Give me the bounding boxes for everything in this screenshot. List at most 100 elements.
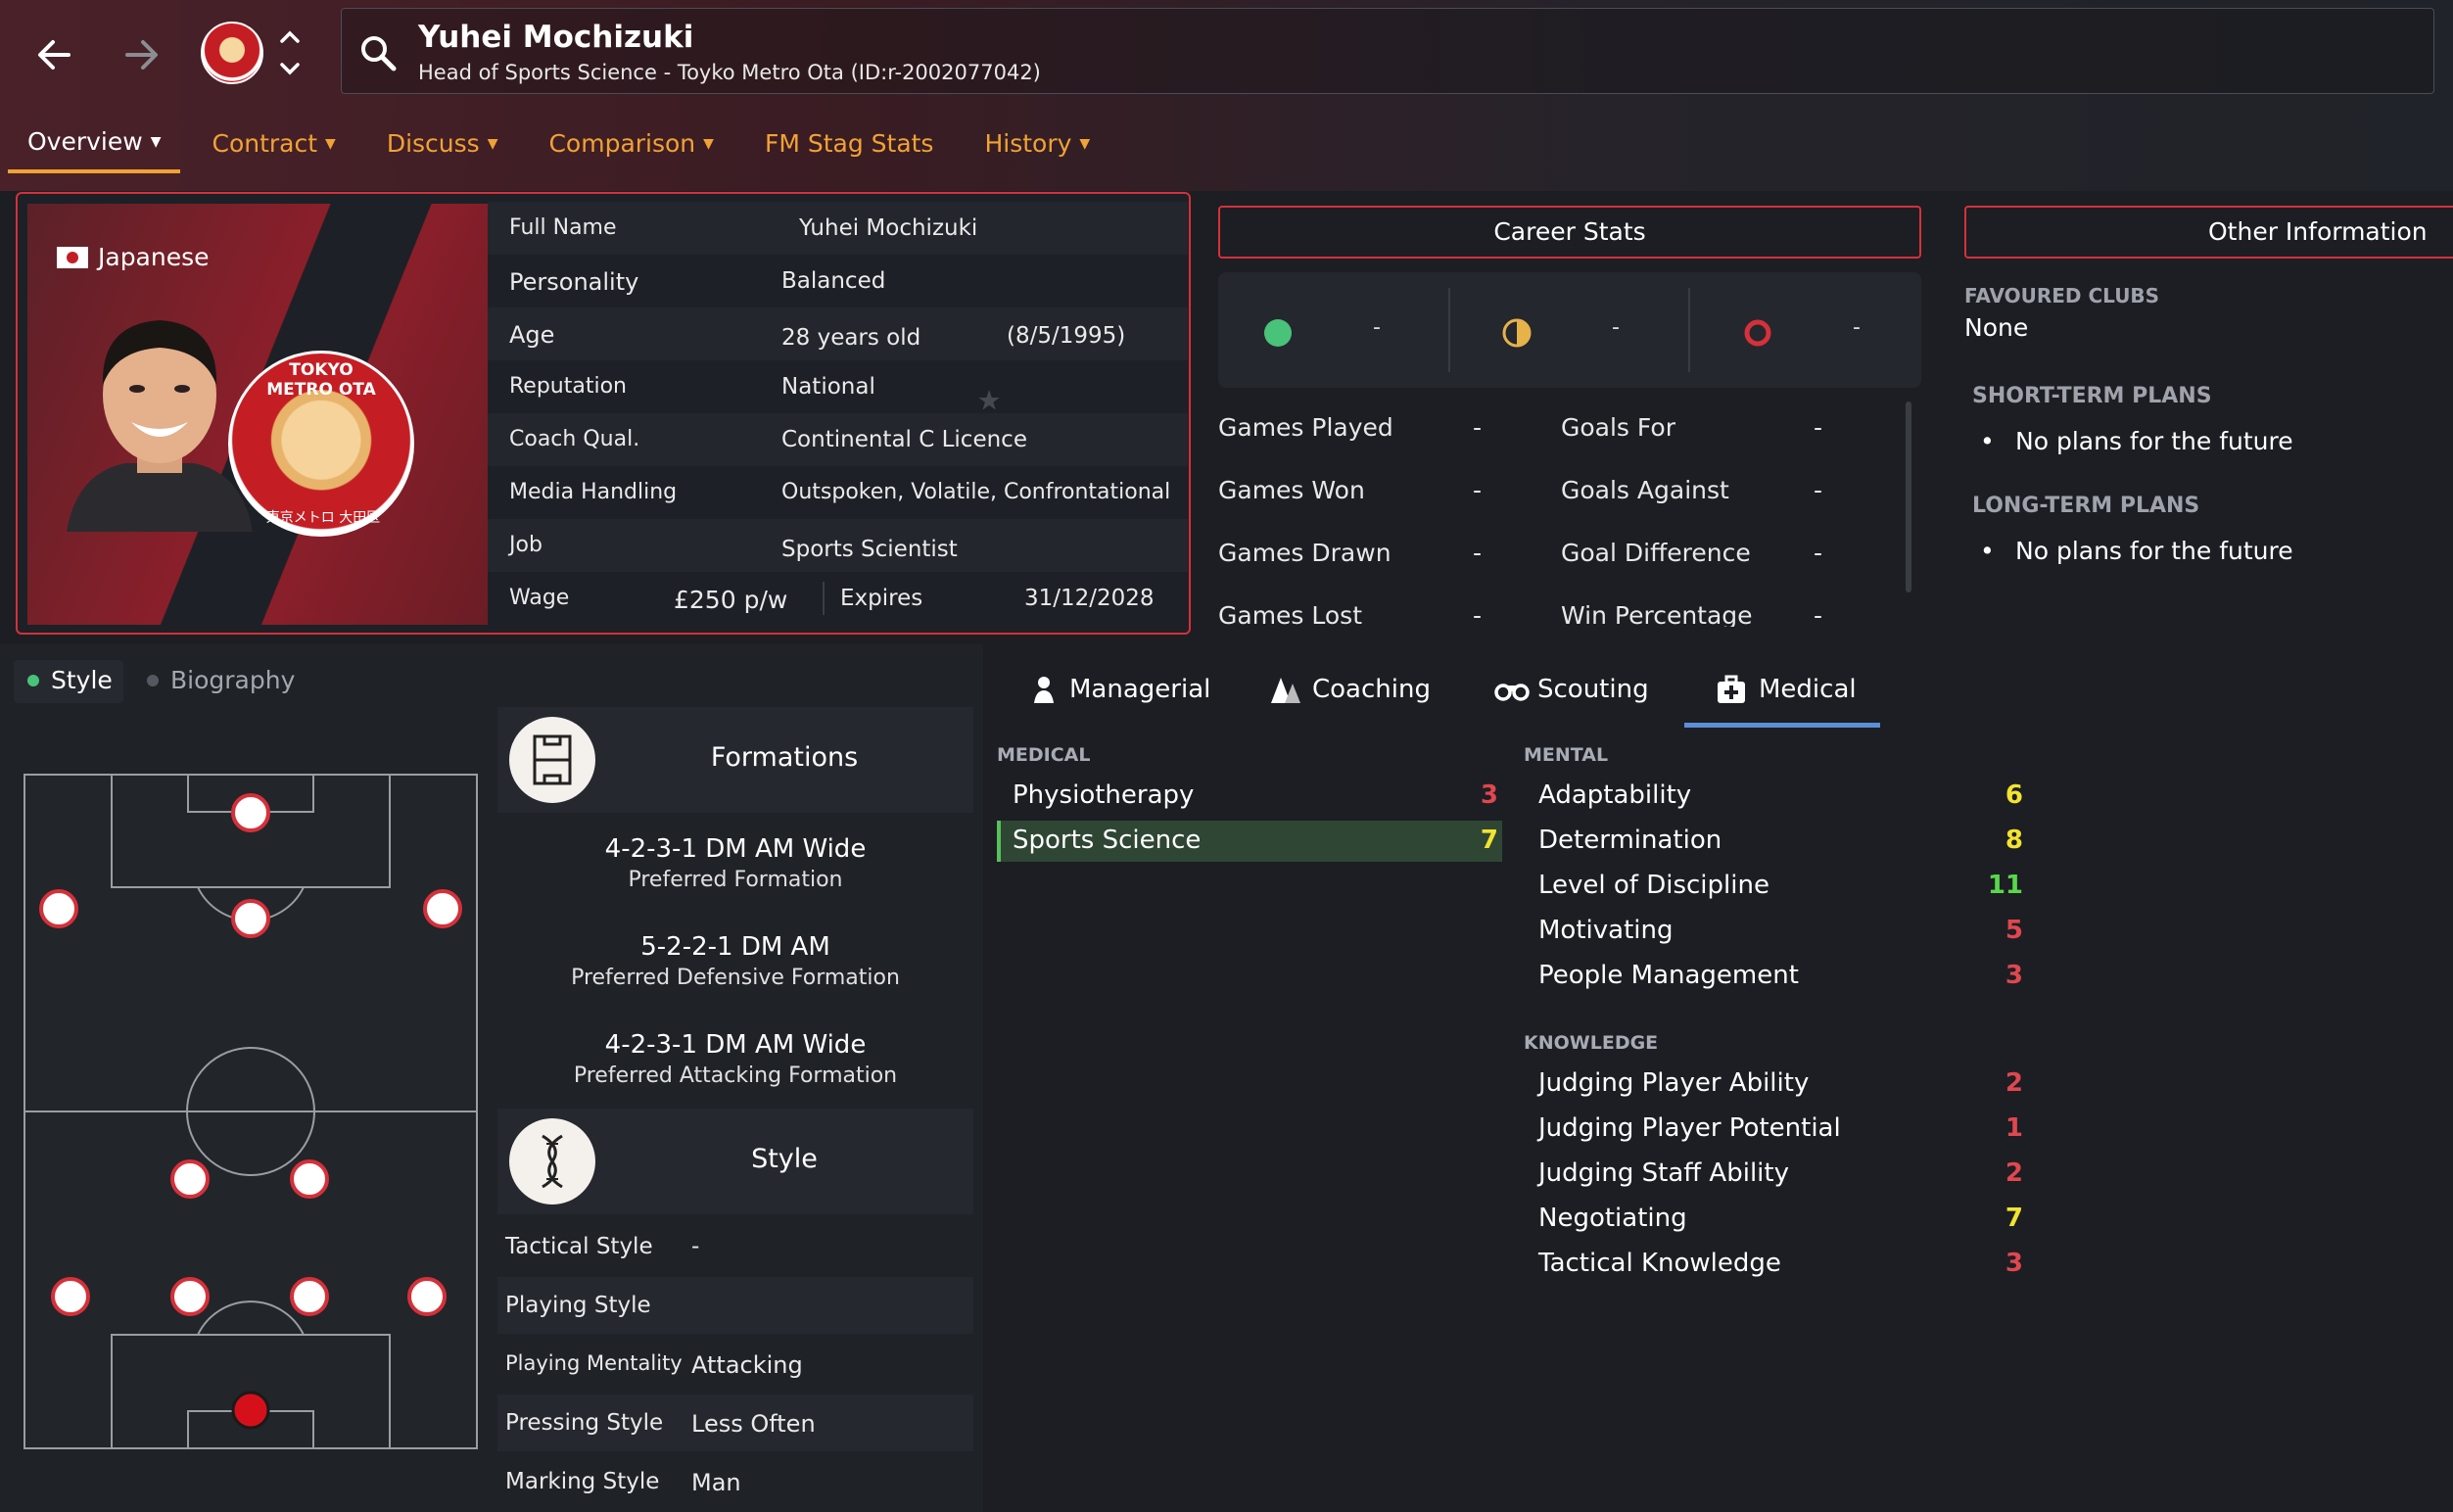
attribute-row[interactable]: Tactical Knowledge 3 bbox=[1538, 1245, 2023, 1284]
info-table: Full Name Yuhei Mochizuki Personality Ba… bbox=[488, 202, 1188, 625]
medical-kit-icon bbox=[1718, 675, 1745, 703]
attribute-row[interactable]: Judging Staff Ability 2 bbox=[1538, 1155, 2023, 1194]
attribute-row[interactable]: Physiotherapy 3 bbox=[1013, 777, 1498, 816]
tab-comparison[interactable]: Comparison ▼ bbox=[548, 127, 713, 173]
stat-label: Goal Difference bbox=[1561, 539, 1751, 567]
attribute-name: Sports Science bbox=[1013, 826, 1202, 855]
tab-medical[interactable]: Medical bbox=[1716, 674, 1857, 705]
info-label: Coach Qual. bbox=[509, 427, 640, 451]
formations-card: Formations bbox=[497, 707, 973, 813]
back-arrow-icon[interactable] bbox=[29, 29, 80, 80]
info-label: Reputation bbox=[509, 374, 627, 399]
tab-fm-stag-stats[interactable]: FM Stag Stats bbox=[765, 127, 934, 173]
player-marker bbox=[423, 889, 462, 928]
club-badge-icon[interactable] bbox=[201, 22, 263, 84]
chevron-down-icon: ▼ bbox=[150, 133, 162, 150]
attribute-row[interactable]: Adaptability 6 bbox=[1538, 777, 2023, 816]
formation-desc: Preferred Formation bbox=[628, 868, 843, 892]
tab-overview[interactable]: Overview ▼ bbox=[8, 127, 181, 173]
career-record-bar: - - - bbox=[1218, 272, 1921, 388]
other-information-header[interactable]: Other Information bbox=[1964, 206, 2453, 259]
attribute-row[interactable]: Sports Science 7 bbox=[1013, 822, 1498, 861]
info-row-personality: Personality Balanced bbox=[488, 255, 1188, 307]
club-crest-label: TOKYO METRO OTA bbox=[266, 360, 376, 400]
nationality[interactable]: Japanese bbox=[57, 243, 210, 271]
dob-value: (8/5/1995) bbox=[1007, 323, 1126, 349]
tab-label: Overview bbox=[27, 127, 143, 156]
chevron-down-icon: ▼ bbox=[487, 135, 498, 152]
info-label: Full Name bbox=[509, 215, 617, 240]
search-icon[interactable] bbox=[358, 33, 398, 72]
stat-label: Goals For bbox=[1561, 413, 1675, 442]
attribute-row[interactable]: Determination 8 bbox=[1538, 822, 2023, 861]
attribute-name: Tactical Knowledge bbox=[1538, 1249, 1781, 1278]
forward-arrow-icon[interactable] bbox=[116, 29, 166, 80]
style-label: Marking Style bbox=[505, 1469, 660, 1494]
career-row: Games Played - Goals For - bbox=[1218, 402, 1904, 464]
attribute-name: Judging Player Ability bbox=[1538, 1068, 1810, 1098]
stat-label: Games Drawn bbox=[1218, 539, 1392, 567]
attribute-row[interactable]: Negotiating 7 bbox=[1538, 1200, 2023, 1239]
short-term-plans-label: SHORT-TERM PLANS bbox=[1972, 384, 2212, 408]
stat-value: - bbox=[1814, 413, 1823, 442]
attribute-value: 5 bbox=[2005, 916, 2023, 945]
stat-value: - bbox=[1814, 601, 1823, 627]
attribute-row[interactable]: Motivating 5 bbox=[1538, 912, 2023, 951]
formation-item: 4-2-3-1 DM AM Wide Preferred Attacking F… bbox=[497, 1030, 973, 1088]
tab-coaching[interactable]: Coaching bbox=[1267, 674, 1431, 705]
loss-ring-icon bbox=[1744, 319, 1771, 347]
medical-section-label: MEDICAL bbox=[997, 744, 1091, 766]
profile-art: Japanese TOKYO METRO OTA 東京メトロ 大田区 bbox=[27, 204, 488, 625]
info-label: Media Handling bbox=[509, 480, 678, 504]
formations-title: Formations bbox=[710, 742, 859, 773]
media-handling-value: Outspoken, Volatile, Confrontational bbox=[781, 480, 1171, 504]
stat-value: - bbox=[1473, 413, 1483, 442]
attribute-value: 11 bbox=[1987, 871, 2023, 900]
divider bbox=[823, 582, 825, 615]
style-row: Tactical Style - bbox=[497, 1218, 973, 1275]
style-row: Marking Style Man bbox=[497, 1453, 973, 1510]
attribute-name: Motivating bbox=[1538, 916, 1674, 945]
attribute-value: 2 bbox=[2005, 1068, 2023, 1098]
attribute-row[interactable]: People Management 3 bbox=[1538, 957, 2023, 996]
subtab-biography[interactable]: Biography bbox=[147, 666, 295, 694]
career-row: Games Won - Goals Against - bbox=[1218, 464, 1904, 527]
formation-desc: Preferred Attacking Formation bbox=[573, 1063, 898, 1088]
expires-label: Expires bbox=[840, 586, 923, 611]
attribute-value: 3 bbox=[2005, 961, 2023, 990]
tab-scouting[interactable]: Scouting bbox=[1494, 674, 1649, 705]
tab-contract[interactable]: Contract ▼ bbox=[212, 127, 335, 173]
draw-half-icon bbox=[1502, 318, 1532, 348]
attribute-name: Judging Staff Ability bbox=[1538, 1158, 1789, 1188]
attribute-row[interactable]: Judging Player Potential 1 bbox=[1538, 1110, 2023, 1149]
long-term-plans-label: LONG-TERM PLANS bbox=[1972, 494, 2200, 518]
up-down-chevron-icon[interactable] bbox=[276, 25, 304, 80]
player-marker bbox=[51, 1277, 90, 1316]
attribute-row[interactable]: Judging Player Ability 2 bbox=[1538, 1064, 2023, 1104]
draws-value: - bbox=[1612, 315, 1620, 340]
tab-history[interactable]: History ▼ bbox=[984, 127, 1090, 173]
formation-name: 5-2-2-1 DM AM bbox=[640, 932, 830, 962]
short-term-plans-value: No plans for the future bbox=[2015, 427, 2293, 455]
info-label: Personality bbox=[509, 268, 639, 296]
person-subtitle: Head of Sports Science - Toyko Metro Ota… bbox=[418, 61, 1041, 84]
career-stats-header[interactable]: Career Stats bbox=[1218, 206, 1921, 259]
attribute-name: People Management bbox=[1538, 961, 1799, 990]
profile-card: Japanese TOKYO METRO OTA 東京メトロ 大田区 Full … bbox=[16, 192, 1191, 635]
info-row-coach-qual: Coach Qual. Continental C Licence bbox=[488, 413, 1188, 466]
info-row-wage: Wage £250 p/w Expires 31/12/2028 bbox=[488, 572, 1188, 625]
attribute-value: 3 bbox=[1480, 780, 1498, 810]
career-scrollbar[interactable] bbox=[1906, 402, 1911, 592]
binoculars-icon bbox=[1494, 684, 1530, 701]
attribute-row[interactable]: Level of Discipline 11 bbox=[1538, 867, 2023, 906]
stat-label: Win Percentage bbox=[1561, 601, 1753, 627]
knowledge-section-label: KNOWLEDGE bbox=[1524, 1032, 1659, 1054]
formation-pitch bbox=[24, 774, 478, 1449]
tab-discuss[interactable]: Discuss ▼ bbox=[387, 127, 498, 173]
divider bbox=[1448, 288, 1450, 372]
wage-value: £250 p/w bbox=[674, 586, 788, 614]
person-name: Yuhei Mochizuki bbox=[418, 20, 694, 55]
subtab-style[interactable]: Style bbox=[27, 666, 113, 694]
tab-managerial[interactable]: Managerial bbox=[1028, 674, 1210, 705]
full-name-value: Yuhei Mochizuki bbox=[799, 215, 978, 241]
